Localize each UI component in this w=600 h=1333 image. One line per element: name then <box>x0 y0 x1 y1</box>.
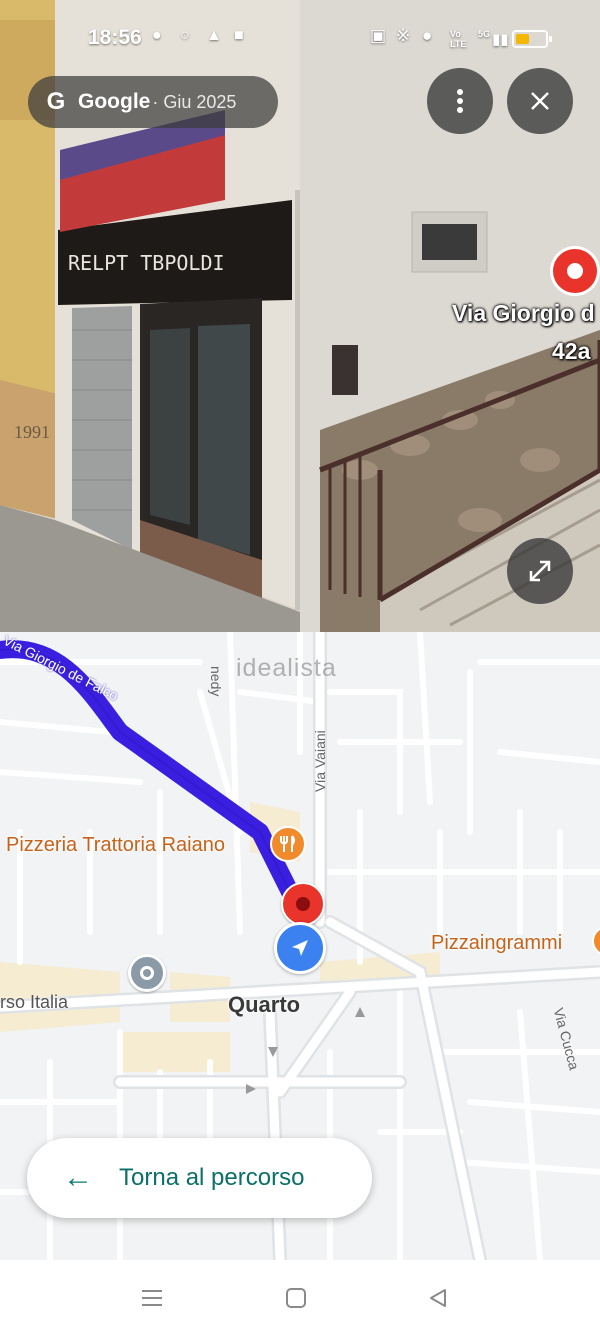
status-bar: 18:56 ● ○ ▲ ■ ▣ ※ ● Vo LTE 5G ▮▮ <box>0 0 600 80</box>
street-label-vaiani: Via Vaiani <box>312 730 328 792</box>
system-nav-bar <box>0 1260 600 1333</box>
more-vert-icon <box>457 89 463 113</box>
imagery-date-chip[interactable]: G Google · Giu 2025 <box>28 76 278 128</box>
imagery-date: · Giu 2025 <box>152 91 237 112</box>
instagram-notification-icon: ○ <box>180 27 190 44</box>
navigation-arrow-icon <box>292 940 308 956</box>
network-type-icon: 5G <box>478 29 491 39</box>
shield-notification-icon: ■ <box>234 27 244 44</box>
street-label-corso-italia: rso Italia <box>0 992 69 1012</box>
menu-button[interactable] <box>132 1278 172 1318</box>
current-location-icon[interactable] <box>274 922 326 974</box>
arrow-left-icon: ← <box>63 1161 93 1194</box>
battery-icon <box>512 30 552 48</box>
street-view-panel[interactable]: 1991 RELPT TBPOLDI 18:56 ● ○ ▲ ■ ▣ ※ ● V… <box>0 0 600 632</box>
home-icon <box>286 1288 306 1308</box>
back-icon <box>430 1289 446 1307</box>
home-button[interactable] <box>276 1278 316 1318</box>
menu-icon <box>142 1290 162 1306</box>
return-to-route-button[interactable]: ← Torna al percorso <box>27 1138 372 1218</box>
fork-knife-icon <box>280 835 295 852</box>
map-view[interactable]: idealista Via Giorgio de Falco nedy Via … <box>0 632 600 1260</box>
expand-icon <box>529 560 551 582</box>
restaurant-icon[interactable] <box>270 826 306 862</box>
status-time: 18:56 <box>88 26 142 49</box>
battery-fill <box>516 34 529 44</box>
watermark: idealista <box>236 654 337 682</box>
address-line-2: 42a <box>552 338 591 364</box>
expand-button[interactable] <box>507 538 573 604</box>
chat-notification-icon: ● <box>152 27 162 44</box>
location-icon: ● <box>422 26 433 45</box>
place-marker-icon[interactable] <box>128 954 166 992</box>
poi-label-pizzeria[interactable]: Pizzeria Trattoria Raiano <box>6 834 225 857</box>
more-options-button[interactable] <box>427 68 493 134</box>
poi-label-pizzaingrammi[interactable]: Pizzaingrammi <box>431 932 562 955</box>
street-label-nedy: nedy <box>208 666 224 697</box>
location-pin-icon[interactable] <box>550 246 600 296</box>
svg-text:1991: 1991 <box>14 422 50 442</box>
volte-icon: Vo LTE <box>450 29 467 49</box>
destination-pin-icon[interactable] <box>281 882 325 926</box>
town-label: Quarto <box>228 992 301 1017</box>
svg-text:RELPT TBPOLDI: RELPT TBPOLDI <box>68 251 225 275</box>
google-logo-icon: G <box>46 88 66 115</box>
brand-name: Google <box>78 90 151 113</box>
nfc-icon: ▣ <box>370 26 387 45</box>
app-notification-icon: ▲ <box>206 27 222 44</box>
address-line-1: Via Giorgio d <box>452 300 595 326</box>
bluetooth-icon: ※ <box>396 26 411 45</box>
return-to-route-label: Torna al percorso <box>119 1164 305 1191</box>
close-icon <box>531 92 549 110</box>
close-button[interactable] <box>507 68 573 134</box>
signal-icon: ▮▮ <box>492 31 509 48</box>
back-button[interactable] <box>418 1278 458 1318</box>
